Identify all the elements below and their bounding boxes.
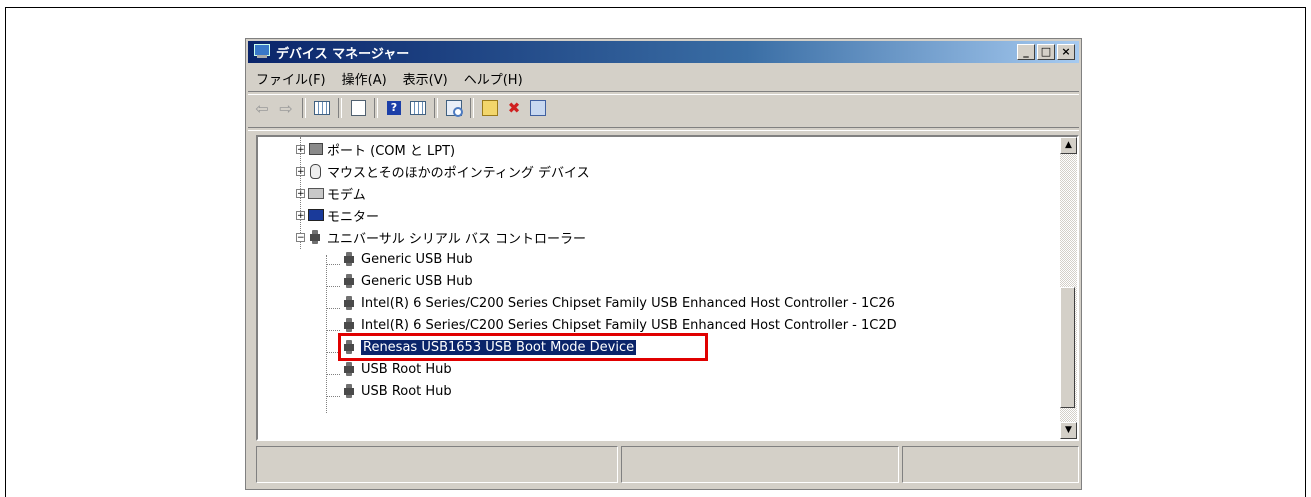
tree-item-label: モデム bbox=[327, 187, 366, 203]
status-pane-1 bbox=[256, 446, 618, 483]
tree-item-label: モニター bbox=[327, 209, 380, 225]
window-title: デバイス マネージャー bbox=[276, 46, 410, 62]
tree-item-label: USB Root Hub bbox=[361, 383, 452, 399]
tree-item-label: USB Root Hub bbox=[361, 361, 452, 377]
usb-icon bbox=[308, 229, 322, 245]
back-icon[interactable]: ⇦ bbox=[252, 98, 272, 118]
tree-item-monitors[interactable]: + モニター bbox=[296, 205, 379, 225]
toolbar-separator bbox=[374, 98, 378, 118]
port-icon bbox=[308, 141, 323, 157]
device-tree[interactable]: + ポート (COM と LPT) + マウスとそのほかのポインティング デバイ… bbox=[256, 135, 1079, 441]
menu-file[interactable]: ファイル(F) bbox=[248, 69, 334, 88]
toolbar-separator bbox=[434, 98, 438, 118]
device-manager-window: デバイス マネージャー _ □ × ファイル(F) 操作(A) 表示(V) ヘル… bbox=[245, 38, 1082, 490]
tree-item-mice[interactable]: + マウスとそのほかのポインティング デバイス bbox=[296, 161, 590, 181]
vertical-scrollbar[interactable]: ▲ ▼ bbox=[1060, 137, 1077, 439]
usb-icon bbox=[342, 383, 356, 399]
tree-item-label: Intel(R) 6 Series/C200 Series Chipset Fa… bbox=[361, 317, 897, 333]
modem-icon bbox=[308, 185, 324, 201]
expand-icon[interactable]: + bbox=[296, 210, 305, 220]
usb-icon bbox=[342, 295, 356, 311]
menu-bar: ファイル(F) 操作(A) 表示(V) ヘルプ(H) bbox=[248, 67, 1079, 89]
tree-item-label: Intel(R) 6 Series/C200 Series Chipset Fa… bbox=[361, 295, 895, 311]
toolbar-separator bbox=[302, 98, 306, 118]
maximize-button[interactable]: □ bbox=[1037, 44, 1055, 60]
tree-item-usb-device[interactable]: Intel(R) 6 Series/C200 Series Chipset Fa… bbox=[342, 315, 897, 335]
usb-icon bbox=[342, 273, 356, 289]
minimize-button[interactable]: _ bbox=[1017, 44, 1035, 60]
forward-icon[interactable]: ⇨ bbox=[276, 98, 296, 118]
close-button[interactable]: × bbox=[1057, 44, 1075, 60]
update-driver-icon[interactable] bbox=[480, 98, 500, 118]
tree-line bbox=[326, 374, 340, 375]
scroll-up-button[interactable]: ▲ bbox=[1060, 137, 1077, 154]
install-icon[interactable] bbox=[528, 98, 548, 118]
action-pane-icon[interactable] bbox=[408, 98, 428, 118]
tree-item-label: Generic USB Hub bbox=[361, 251, 473, 267]
expand-icon[interactable]: + bbox=[296, 144, 305, 154]
tree-item-usb-device[interactable]: Intel(R) 6 Series/C200 Series Chipset Fa… bbox=[342, 293, 895, 313]
show-hide-console-tree-icon[interactable] bbox=[312, 98, 332, 118]
toolbar-separator bbox=[338, 98, 342, 118]
uninstall-icon[interactable]: ✖ bbox=[504, 98, 524, 118]
usb-icon bbox=[342, 361, 356, 377]
tree-line bbox=[326, 308, 340, 309]
expand-icon[interactable]: + bbox=[296, 166, 305, 176]
tree-item-modems[interactable]: + モデム bbox=[296, 183, 366, 203]
usb-icon bbox=[342, 251, 356, 267]
tree-line bbox=[326, 286, 340, 287]
tree-item-label: ユニバーサル シリアル バス コントローラー bbox=[327, 231, 587, 247]
device-manager-icon bbox=[254, 44, 272, 60]
toolbar: ⇦ ⇨ ? ✖ bbox=[252, 94, 548, 122]
tree-item-usb-device[interactable]: Generic USB Hub bbox=[342, 249, 473, 269]
tree-item-label: マウスとそのほかのポインティング デバイス bbox=[327, 165, 590, 181]
scan-hardware-icon[interactable] bbox=[444, 98, 464, 118]
tree-item-usb-controllers[interactable]: − ユニバーサル シリアル バス コントローラー bbox=[296, 227, 586, 247]
scroll-down-button[interactable]: ▼ bbox=[1060, 422, 1077, 439]
status-pane-3 bbox=[902, 446, 1079, 483]
toolbar-separator bbox=[470, 98, 474, 118]
tree-item-usb-device[interactable]: USB Root Hub bbox=[342, 381, 452, 401]
mouse-icon bbox=[308, 163, 322, 179]
tree-line bbox=[326, 264, 340, 265]
expand-icon[interactable]: + bbox=[296, 188, 305, 198]
tree-line bbox=[326, 396, 340, 397]
properties-icon[interactable] bbox=[348, 98, 368, 118]
tree-item-usb-device[interactable]: Generic USB Hub bbox=[342, 271, 473, 291]
monitor-icon bbox=[308, 207, 324, 223]
tree-item-usb-device[interactable]: USB Root Hub bbox=[342, 359, 452, 379]
status-pane-2 bbox=[621, 446, 899, 483]
menu-help[interactable]: ヘルプ(H) bbox=[456, 69, 531, 88]
tree-item-ports[interactable]: + ポート (COM と LPT) bbox=[296, 139, 455, 159]
toolbar-separator-bottom bbox=[248, 127, 1079, 131]
tree-item-label: ポート (COM と LPT) bbox=[327, 143, 456, 159]
tree-line bbox=[326, 330, 340, 331]
usb-icon bbox=[342, 317, 356, 333]
highlight-box bbox=[338, 333, 708, 361]
menu-view[interactable]: 表示(V) bbox=[395, 69, 456, 88]
title-bar[interactable]: デバイス マネージャー _ □ × bbox=[248, 41, 1079, 63]
tree-item-label: Generic USB Hub bbox=[361, 273, 473, 289]
tree-line bbox=[326, 255, 327, 413]
help-icon[interactable]: ? bbox=[384, 98, 404, 118]
menu-action[interactable]: 操作(A) bbox=[334, 69, 395, 88]
scroll-thumb[interactable] bbox=[1060, 287, 1075, 408]
collapse-icon[interactable]: − bbox=[296, 232, 305, 242]
